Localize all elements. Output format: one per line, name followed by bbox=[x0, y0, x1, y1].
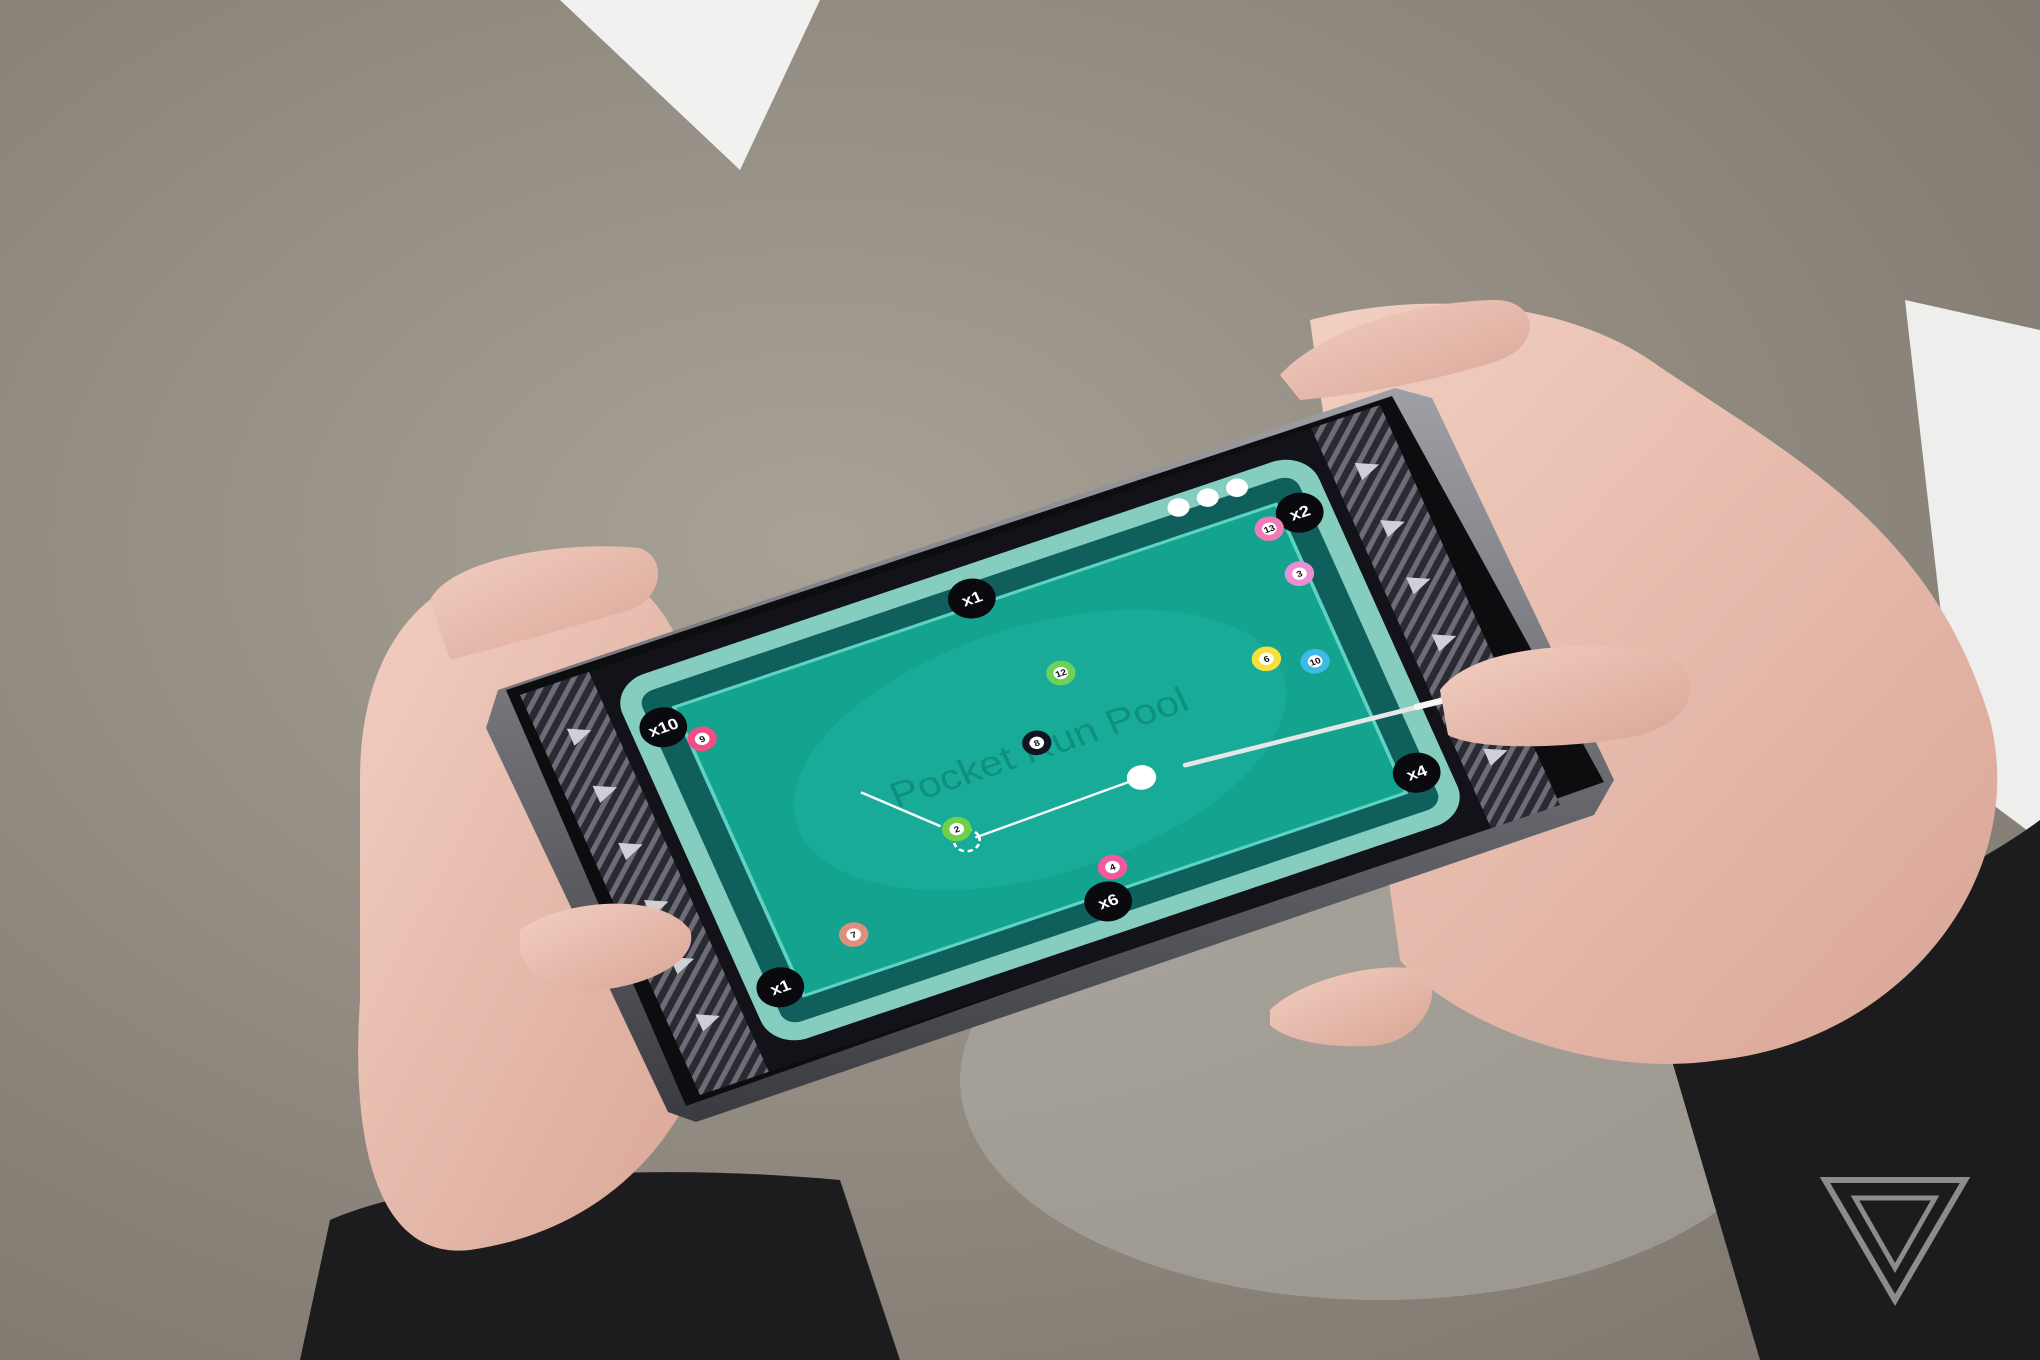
photo-scene: Pocket Run Pool x10x1x2x4x6x1 133129 86 10… bbox=[0, 0, 2040, 1360]
